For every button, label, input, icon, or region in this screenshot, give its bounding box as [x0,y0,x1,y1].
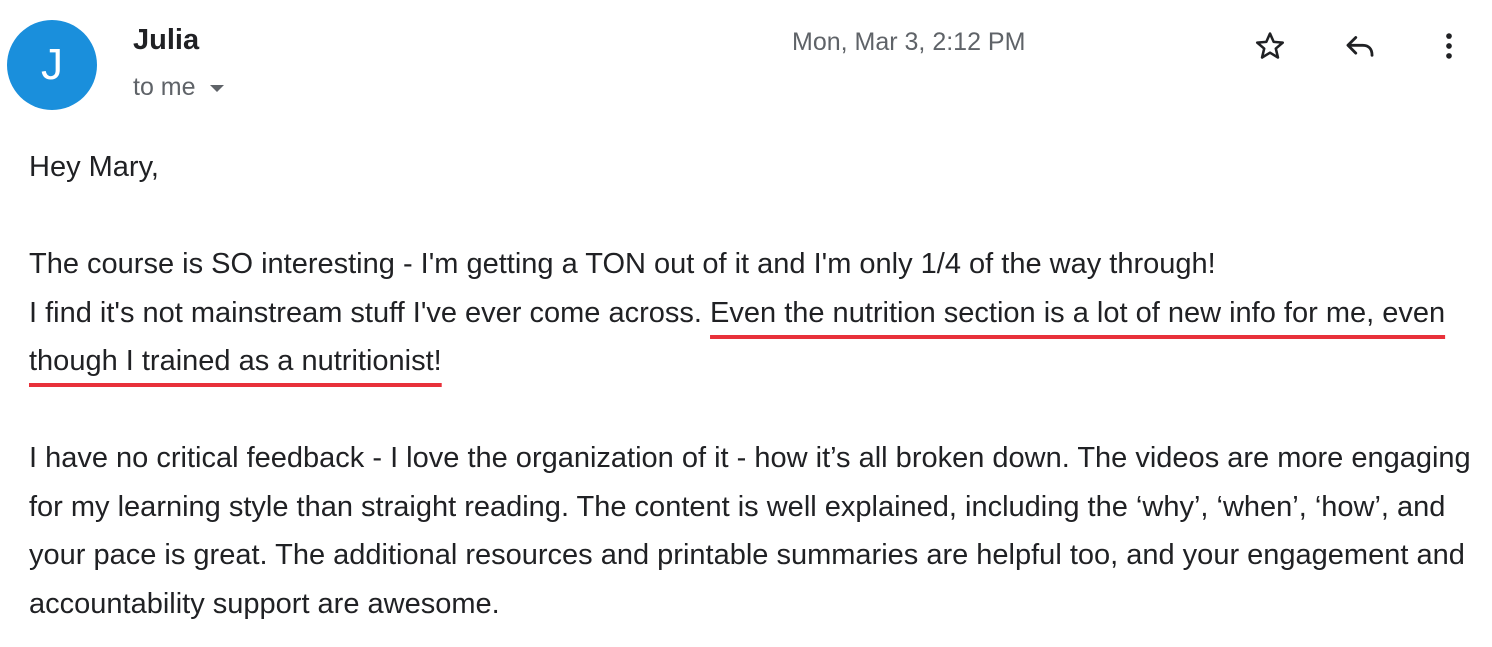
recipient-label: to me [133,73,196,101]
recipient-dropdown[interactable]: to me [133,73,224,102]
star-icon [1255,32,1285,59]
paragraph-1-line-1: The course is SO interesting - I'm getti… [29,248,1216,280]
sender-name: Julia [133,24,200,56]
more-vert-icon [1446,33,1452,59]
star-button[interactable] [1248,24,1292,68]
email-greeting: Hey Mary, [29,151,159,183]
reply-button[interactable] [1338,24,1382,68]
avatar-initial: J [41,40,63,89]
paragraph-1-line-2: I find it's not mainstream stuff I've ev… [29,296,711,329]
email-paragraph-2: I have no critical feedback - I love the… [29,442,1471,620]
caret-down-icon [209,85,224,92]
email-timestamp: Mon, Mar 3, 2:12 PM [792,28,1026,56]
reply-icon [1346,36,1374,57]
email-body: Hey Mary, The course is SO interesting -… [29,143,1479,628]
email-paragraph-1: The course is SO interesting - I'm getti… [29,240,1479,386]
avatar: J [7,20,97,110]
more-options-button[interactable] [1427,24,1471,68]
